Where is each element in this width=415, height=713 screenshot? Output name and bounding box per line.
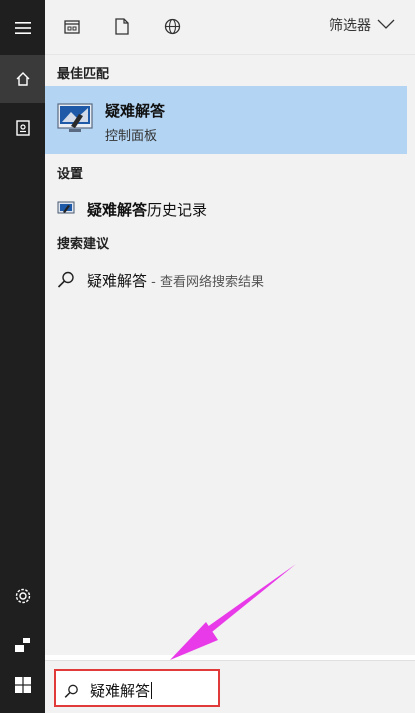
start-button[interactable] bbox=[0, 660, 45, 713]
web-suggestion-match: 疑难解答 bbox=[87, 272, 148, 290]
search-box-icon bbox=[64, 683, 79, 702]
hamburger-menu-icon bbox=[14, 21, 31, 35]
troubleshoot-history-icon bbox=[57, 200, 75, 216]
web-suggestion-label: 疑难解答 - 查看网络搜索结果 bbox=[87, 270, 264, 291]
device-button[interactable] bbox=[0, 104, 45, 152]
settings-button[interactable] bbox=[0, 572, 45, 620]
settings-icon bbox=[14, 587, 32, 605]
user-icon bbox=[14, 635, 32, 653]
troubleshooting-icon bbox=[57, 102, 93, 134]
web-suggestion-rest: - 查看网络搜索结果 bbox=[147, 275, 264, 290]
chevron-down-icon bbox=[377, 17, 395, 33]
document-icon bbox=[115, 17, 129, 39]
settings-result-rest: 历史记录 bbox=[147, 201, 208, 219]
settings-result-match: 疑难解答 bbox=[87, 201, 148, 219]
best-match-title: 疑难解答 bbox=[105, 102, 166, 120]
web-icon bbox=[164, 18, 181, 39]
search-icon bbox=[57, 271, 75, 288]
text-caret bbox=[151, 682, 153, 699]
search-bar: 疑难解答 bbox=[45, 660, 415, 713]
search-input-value: 疑难解答 bbox=[90, 682, 151, 700]
hamburger-menu-button[interactable] bbox=[0, 4, 45, 52]
search-box[interactable]: 疑难解答 bbox=[54, 669, 220, 707]
best-match-result[interactable]: 疑难解答 控制面板 bbox=[45, 86, 407, 154]
home-button[interactable] bbox=[0, 55, 45, 103]
windows-start-icon bbox=[14, 676, 31, 697]
documents-filter-button[interactable] bbox=[108, 14, 136, 42]
left-rail bbox=[0, 0, 45, 713]
filter-label: 筛选器 bbox=[329, 18, 371, 34]
apps-icon bbox=[64, 19, 80, 38]
web-suggestion-result[interactable]: 疑难解答 - 查看网络搜索结果 bbox=[45, 263, 407, 295]
toolbar: 筛选器 bbox=[45, 0, 415, 55]
apps-filter-button[interactable] bbox=[58, 14, 86, 42]
settings-header: 设置 bbox=[57, 167, 84, 182]
search-input[interactable]: 疑难解答 bbox=[90, 680, 153, 701]
search-results-panel: 最佳匹配 疑难解答 控制面板 设置 疑难解答历史记录 搜索建议 疑难解答 - 查… bbox=[45, 55, 415, 655]
best-match-header: 最佳匹配 bbox=[57, 67, 110, 82]
best-match-subtitle: 控制面板 bbox=[105, 129, 158, 144]
web-filter-button[interactable] bbox=[158, 14, 186, 42]
device-icon bbox=[15, 120, 30, 136]
filter-dropdown[interactable]: 筛选器 bbox=[329, 15, 395, 35]
search-suggestions-header: 搜索建议 bbox=[57, 237, 110, 252]
settings-result[interactable]: 疑难解答历史记录 bbox=[45, 192, 407, 224]
settings-result-label: 疑难解答历史记录 bbox=[87, 199, 207, 220]
home-icon bbox=[15, 71, 31, 87]
